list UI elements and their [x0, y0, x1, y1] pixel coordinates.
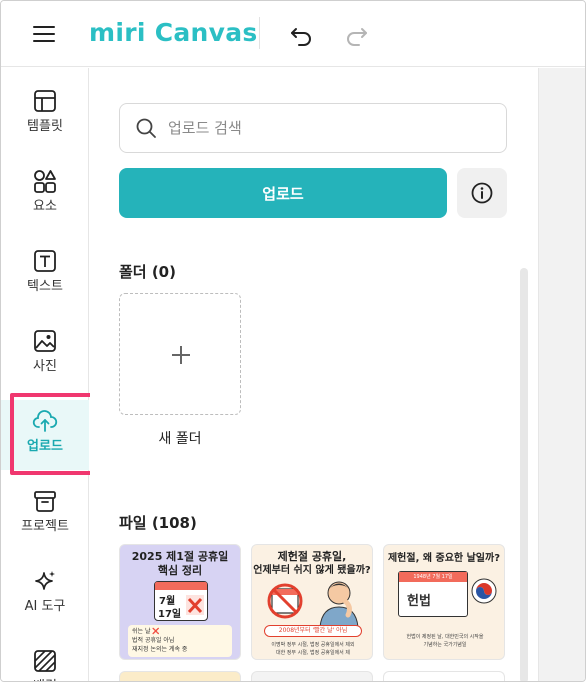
thumb-title: 언제부터 쉬지 않게 됐을까?: [253, 565, 371, 576]
header-divider: [259, 17, 260, 49]
book-text: 헌법: [407, 594, 431, 609]
sidebar-item-label: 템플릿: [27, 119, 63, 134]
thinking-person-illustration: [319, 581, 359, 627]
sidebar-item-label: 업로드: [27, 439, 63, 454]
prohibited-calendar-icon: [267, 583, 303, 619]
new-folder-button[interactable]: [119, 293, 241, 415]
korean-flag-icon: [471, 578, 497, 604]
archive-icon: [34, 491, 56, 512]
sidebar-item-text[interactable]: 텍스트: [1, 240, 89, 310]
redo-icon[interactable]: [341, 19, 371, 49]
sparkle-icon: [35, 571, 55, 590]
thumb-footer: 헌법이 제정된 날, 대한민국의 시작을: [406, 634, 484, 640]
top-bar: miri Canvas: [1, 1, 585, 67]
thumb-footer: 대한 정부 시절, 법정 공휴일에서 제: [276, 650, 350, 656]
sidebar-item-label: 배경: [1, 678, 89, 681]
search-input[interactable]: [168, 114, 488, 142]
sidebar-item-label: 텍스트: [27, 279, 63, 294]
thumb-title: 제헌절, 왜 중요한 날일까?: [387, 553, 501, 564]
sidebar-item-templates[interactable]: 템플릿: [1, 80, 89, 150]
file-thumbnail[interactable]: [119, 671, 241, 681]
search-box: [119, 103, 507, 153]
upload-button[interactable]: 업로드: [119, 168, 447, 218]
shapes-icon: [34, 170, 56, 193]
new-folder-label: 새 폴더: [158, 431, 202, 447]
thumb-badge: 2008년부터 '빨간 날' 아님: [264, 625, 362, 637]
calendar-graphic: 1948년 7월 17일 헌법: [398, 571, 468, 617]
sidebar-item-upload[interactable]: 업로드: [1, 400, 89, 470]
sidebar-item-elements[interactable]: 요소: [1, 160, 89, 230]
file-thumbnail[interactable]: 제헌절 공휴일, 언제부터 쉬지 않게 됐을까? 2008년부터 '빨간 날' …: [251, 544, 373, 660]
layout-icon: [34, 90, 56, 112]
thumb-footer: 기념하는 국가기념일: [423, 642, 467, 648]
list-item: 재지정 논의는 계속 중: [132, 646, 188, 653]
file-thumbnail[interactable]: 제헌절, 왜 중요한 날일까? 1948년 7월 17일 헌법 헌법이 제정된 …: [383, 544, 505, 660]
file-thumbnail[interactable]: [383, 671, 505, 681]
file-thumbnail[interactable]: [251, 671, 373, 681]
pattern-icon: [34, 650, 56, 672]
sidebar-item-photos[interactable]: 사진: [1, 320, 89, 390]
list-item: 쉬는 날 ❌: [132, 628, 160, 635]
thumb-title: 핵심 정리: [157, 564, 203, 577]
sidebar: 템플릿 요소 텍스트 사진 업로드 프로젝트 AI 도구 배경: [1, 68, 89, 681]
sidebar-item-background[interactable]: 배경: [1, 640, 89, 681]
search-icon: [136, 118, 156, 138]
sidebar-item-projects[interactable]: 프로젝트: [1, 480, 89, 550]
sidebar-item-label: 요소: [33, 199, 57, 214]
cloud-upload-icon: [32, 410, 58, 432]
x-mark-icon: [186, 595, 204, 615]
text-icon: [34, 250, 56, 272]
thumb-footer: 이명박 정부 시절, 법정 공휴일에서 제외: [271, 642, 355, 648]
scrollbar[interactable]: [520, 268, 528, 681]
canvas-area[interactable]: [538, 68, 585, 681]
info-button[interactable]: [457, 168, 507, 218]
folders-title: 폴더 (0): [119, 263, 176, 281]
sidebar-item-label: 사진: [33, 359, 57, 374]
image-icon: [34, 330, 56, 352]
list-item: 법적 공휴일 아님: [132, 637, 175, 644]
sidebar-item-ai-tools[interactable]: AI 도구: [1, 560, 89, 630]
files-title: 파일 (108): [119, 514, 197, 532]
calendar-day: 17일: [158, 609, 182, 620]
hamburger-icon[interactable]: [29, 21, 59, 47]
thumb-title: 2025 제1절 공휴일: [131, 550, 229, 563]
thumb-list: 쉬는 날 ❌ 법적 공휴일 아님 재지정 논의는 계속 중: [128, 625, 232, 657]
undo-icon[interactable]: [287, 19, 317, 49]
file-thumbnail[interactable]: 2025 제1절 공휴일 핵심 정리 7월 17일 쉬는 날 ❌ 법적 공휴일 …: [119, 544, 241, 660]
sidebar-item-label: 프로젝트: [21, 519, 69, 534]
upload-panel: 업로드 폴더 (0) 새 폴더 파일 (108) 2025 제1절 공휴일 핵심…: [90, 68, 538, 681]
calendar-graphic: 7월 17일: [154, 581, 208, 621]
thumb-title: 제헌절 공휴일,: [277, 550, 347, 563]
calendar-header: 1948년 7월 17일: [399, 572, 467, 582]
app-logo: miri Canvas: [89, 18, 258, 47]
info-icon: [471, 182, 493, 204]
sidebar-item-label: AI 도구: [24, 599, 66, 614]
app-window: miri Canvas 템플릿 요소 텍스트 사진 업로드 프로젝트 AI 도구…: [0, 0, 586, 682]
